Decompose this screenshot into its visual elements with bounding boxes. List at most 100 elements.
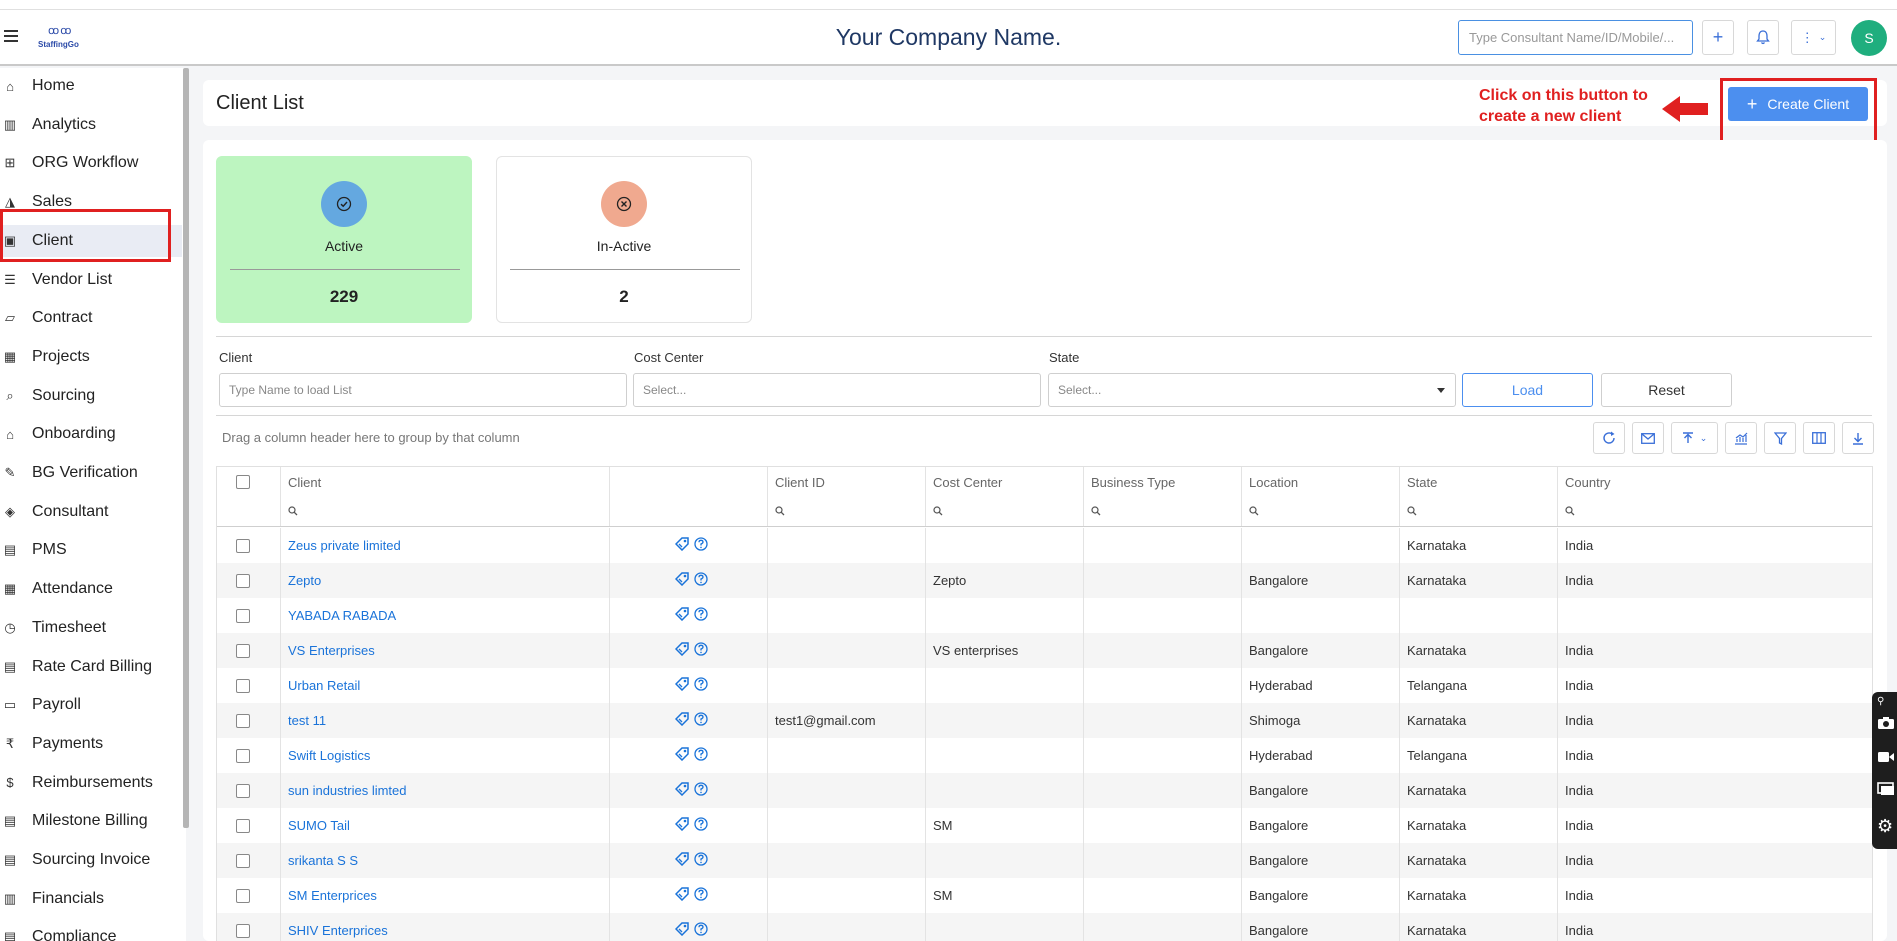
- video-icon[interactable]: [1877, 750, 1897, 768]
- column-header[interactable]: Country: [1558, 467, 1712, 497]
- sidebar-item-bg-verification[interactable]: ✎ BG Verification: [0, 457, 182, 489]
- pin-icon[interactable]: ⚲: [1877, 696, 1897, 714]
- columns-button[interactable]: [1803, 422, 1835, 454]
- column-filter-cell[interactable]: [1084, 497, 1242, 526]
- row-checkbox[interactable]: [236, 538, 250, 553]
- sidebar-item-onboarding[interactable]: ⌂ Onboarding: [0, 418, 182, 450]
- chart-button[interactable]: [1725, 422, 1757, 454]
- client-filter-input[interactable]: [219, 373, 627, 407]
- column-filter-cell[interactable]: [1558, 497, 1712, 526]
- create-client-button[interactable]: + Create Client: [1728, 87, 1868, 121]
- active-clients-card[interactable]: Active 229: [216, 156, 472, 323]
- client-name-cell[interactable]: VS Enterprises: [281, 633, 610, 668]
- row-checkbox[interactable]: [236, 748, 250, 763]
- edit-tag-icon[interactable]: [674, 712, 690, 729]
- sidebar-item-vendor-list[interactable]: ☰ Vendor List: [0, 264, 182, 296]
- client-link[interactable]: srikanta S S: [288, 853, 358, 868]
- email-button[interactable]: [1632, 422, 1664, 454]
- sidebar-item-financials[interactable]: ▥ Financials: [0, 883, 182, 915]
- help-icon[interactable]: [694, 887, 708, 904]
- column-header[interactable]: Client: [281, 467, 610, 497]
- help-icon[interactable]: [694, 922, 708, 939]
- help-icon[interactable]: [694, 607, 708, 624]
- client-link[interactable]: Zepto: [288, 573, 321, 588]
- column-filter-cell[interactable]: [281, 497, 610, 526]
- gear-icon[interactable]: ⚙: [1877, 816, 1897, 836]
- row-checkbox[interactable]: [236, 783, 250, 798]
- edit-tag-icon[interactable]: [674, 572, 690, 589]
- sidebar-item-sourcing-invoice[interactable]: ▤ Sourcing Invoice: [0, 844, 182, 876]
- camera-icon[interactable]: [1877, 716, 1897, 734]
- edit-tag-icon[interactable]: [674, 537, 690, 554]
- edit-tag-icon[interactable]: [674, 677, 690, 694]
- client-name-cell[interactable]: YABADA RABADA: [281, 598, 610, 633]
- export-menu-button[interactable]: ⌄: [1671, 422, 1718, 454]
- sidebar-item-reimbursements[interactable]: $ Reimbursements: [0, 767, 182, 799]
- sidebar-item-org-workflow[interactable]: ⊞ ORG Workflow: [0, 147, 182, 179]
- client-link[interactable]: YABADA RABADA: [288, 608, 396, 623]
- sidebar-item-rate-card-billing[interactable]: ▤ Rate Card Billing: [0, 651, 182, 683]
- sidebar-item-payroll[interactable]: ▭ Payroll: [0, 689, 182, 721]
- edit-tag-icon[interactable]: [674, 642, 690, 659]
- sidebar-item-attendance[interactable]: ▦ Attendance: [0, 573, 182, 605]
- select-all-checkbox[interactable]: [236, 475, 250, 489]
- help-icon[interactable]: [694, 537, 708, 554]
- sidebar-item-consultant[interactable]: ◈ Consultant: [0, 496, 182, 528]
- client-name-cell[interactable]: SHIV Enterprices: [281, 913, 610, 941]
- column-header[interactable]: Business Type: [1084, 467, 1242, 497]
- sidebar-item-analytics[interactable]: ▥ Analytics: [0, 109, 182, 141]
- row-checkbox[interactable]: [236, 678, 250, 693]
- client-link[interactable]: Urban Retail: [288, 678, 360, 693]
- client-name-cell[interactable]: Zeus private limited: [281, 528, 610, 563]
- row-checkbox[interactable]: [236, 608, 250, 623]
- row-checkbox[interactable]: [236, 888, 250, 903]
- help-icon[interactable]: [694, 642, 708, 659]
- edit-tag-icon[interactable]: [674, 887, 690, 904]
- help-icon[interactable]: [694, 747, 708, 764]
- help-icon[interactable]: [694, 817, 708, 834]
- client-link[interactable]: sun industries limted: [288, 783, 407, 798]
- filter-button[interactable]: [1764, 422, 1796, 454]
- sidebar-item-milestone-billing[interactable]: ▤ Milestone Billing: [0, 805, 182, 837]
- sidebar-scrollbar[interactable]: [183, 68, 189, 828]
- client-link[interactable]: Swift Logistics: [288, 748, 370, 763]
- inactive-clients-card[interactable]: In-Active 2: [496, 156, 752, 323]
- sidebar-item-contract[interactable]: ▱ Contract: [0, 302, 182, 334]
- state-select[interactable]: Select...: [1048, 373, 1456, 407]
- column-header[interactable]: Cost Center: [926, 467, 1084, 497]
- edit-tag-icon[interactable]: [674, 817, 690, 834]
- consultant-search-input[interactable]: [1458, 20, 1693, 55]
- edit-tag-icon[interactable]: [674, 782, 690, 799]
- client-link[interactable]: VS Enterprises: [288, 643, 375, 658]
- edit-tag-icon[interactable]: [674, 852, 690, 869]
- sidebar-item-projects[interactable]: ▦ Projects: [0, 341, 182, 373]
- client-name-cell[interactable]: SUMO Tail: [281, 808, 610, 843]
- client-name-cell[interactable]: test 11: [281, 703, 610, 738]
- refresh-button[interactable]: [1593, 422, 1625, 454]
- user-avatar[interactable]: S: [1851, 20, 1887, 56]
- sidebar-item-sourcing[interactable]: ⌕ Sourcing: [0, 380, 182, 412]
- client-link[interactable]: test 11: [288, 713, 326, 728]
- row-checkbox[interactable]: [236, 713, 250, 728]
- load-button[interactable]: Load: [1462, 373, 1593, 407]
- help-icon[interactable]: [694, 677, 708, 694]
- column-filter-cell[interactable]: [926, 497, 1084, 526]
- sidebar-item-payments[interactable]: ₹ Payments: [0, 728, 182, 760]
- download-button[interactable]: [1842, 422, 1874, 454]
- sidebar-item-pms[interactable]: ▤ PMS: [0, 534, 182, 566]
- edit-tag-icon[interactable]: [674, 747, 690, 764]
- notifications-button[interactable]: [1747, 20, 1779, 55]
- client-link[interactable]: SHIV Enterprices: [288, 923, 388, 938]
- client-name-cell[interactable]: Urban Retail: [281, 668, 610, 703]
- help-icon[interactable]: [694, 572, 708, 589]
- client-link[interactable]: SM Enterprices: [288, 888, 377, 903]
- client-link[interactable]: Zeus private limited: [288, 538, 401, 553]
- add-button[interactable]: +: [1702, 20, 1734, 55]
- edit-tag-icon[interactable]: [674, 922, 690, 939]
- sidebar-item-timesheet[interactable]: ◷ Timesheet: [0, 612, 182, 644]
- sidebar-item-sales[interactable]: ◮ Sales: [0, 186, 182, 218]
- screen-icon[interactable]: [1877, 782, 1897, 800]
- client-name-cell[interactable]: SM Enterprices: [281, 878, 610, 913]
- column-filter-cell[interactable]: [768, 497, 926, 526]
- client-name-cell[interactable]: Zepto: [281, 563, 610, 598]
